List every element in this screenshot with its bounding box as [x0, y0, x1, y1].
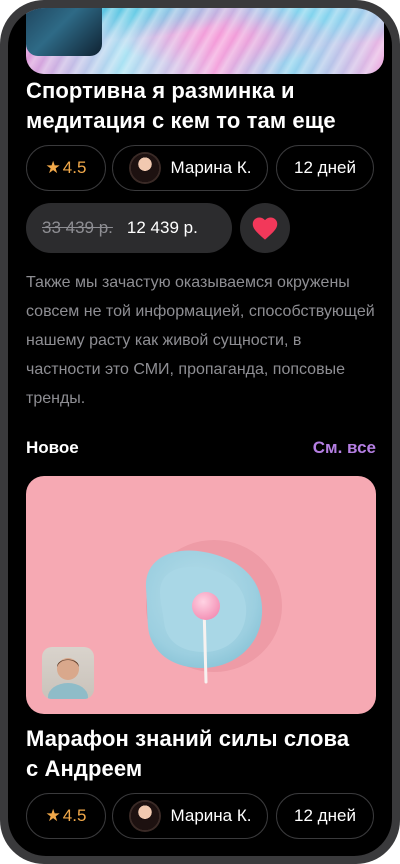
- star-icon: ★: [45, 806, 61, 825]
- old-price: 33 439 р.: [42, 218, 113, 237]
- phone-frame: Спортивна я разминка и медитация с кем т…: [0, 0, 400, 864]
- duration-label: 12 дней: [294, 158, 356, 177]
- section-title: Новое: [26, 438, 79, 457]
- author-avatar: [128, 800, 161, 832]
- new-course-title: Марафон знаний силы слова с Андреем: [26, 726, 350, 781]
- author-chip[interactable]: Марина К.: [112, 145, 268, 191]
- author-name: Марина К.: [170, 806, 252, 825]
- author-name: Марина К.: [170, 158, 252, 177]
- price-pill[interactable]: 33 439 р. 12 439 р.: [26, 203, 232, 253]
- favorite-button[interactable]: [240, 203, 290, 253]
- course-title: Спортивна я разминка и медитация с кем т…: [26, 78, 336, 133]
- rating-value: 4.5: [62, 806, 87, 825]
- new-course-card-image[interactable]: [26, 476, 376, 714]
- new-rating-chip[interactable]: ★ 4.5: [26, 793, 106, 839]
- star-icon: ★: [45, 158, 61, 177]
- heart-icon: [252, 217, 278, 240]
- course-description: Также мы зачастую оказываемся окружены с…: [26, 274, 375, 407]
- duration-label: 12 дней: [294, 806, 356, 825]
- author-avatar: [128, 152, 161, 184]
- duration-chip[interactable]: 12 дней: [276, 145, 374, 191]
- rating-value: 4.5: [62, 158, 87, 177]
- author-portrait: [48, 658, 88, 699]
- new-duration-chip[interactable]: 12 дней: [276, 793, 374, 839]
- rating-chip[interactable]: ★ 4.5: [26, 145, 106, 191]
- new-author-chip[interactable]: Марина К.: [112, 793, 268, 839]
- current-price: 12 439 р.: [126, 218, 198, 237]
- app-screen: Спортивна я разминка и медитация с кем т…: [8, 8, 392, 856]
- course-author-thumbnail: [26, 8, 102, 56]
- card-author-photo: [42, 647, 94, 699]
- see-all-link[interactable]: См. все: [313, 438, 376, 458]
